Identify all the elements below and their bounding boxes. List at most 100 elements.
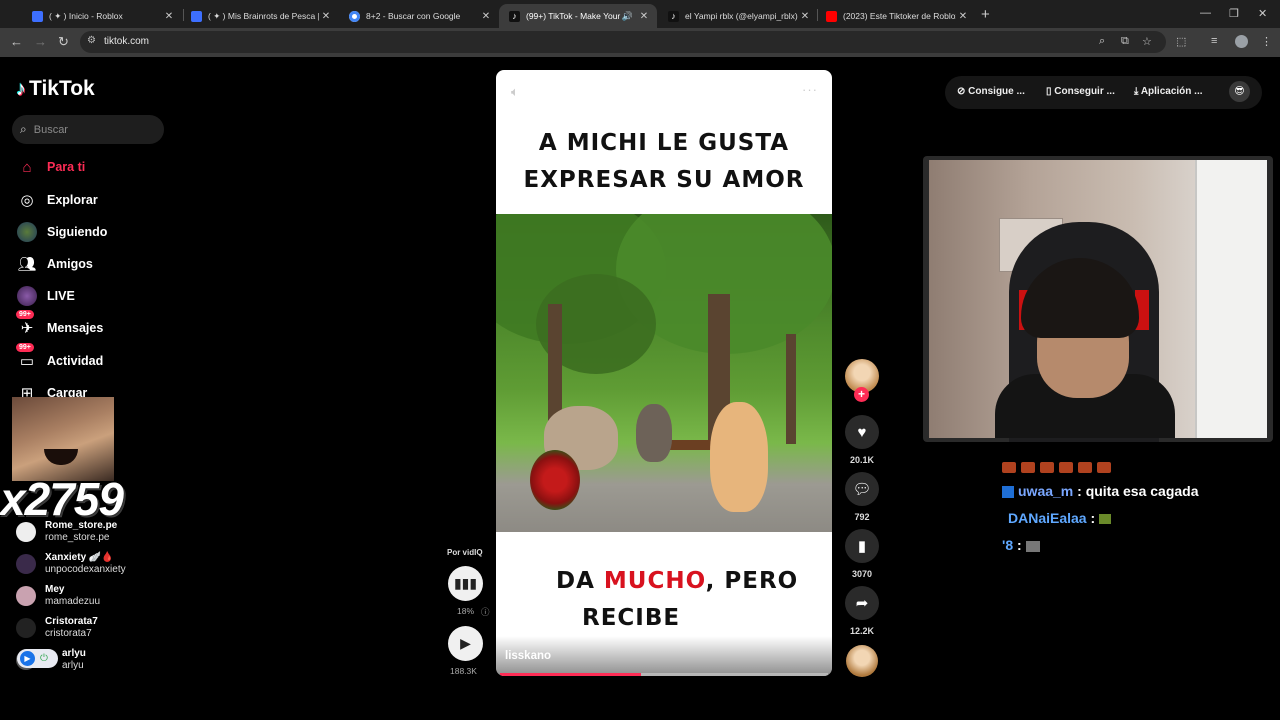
youtube-icon — [826, 10, 837, 22]
avatar — [16, 522, 36, 542]
install-app-icon[interactable]: ⧉ — [1121, 35, 1129, 48]
address-bar[interactable]: ⚙ tiktok.com — [80, 31, 1166, 53]
browser-tab-active[interactable]: ♪ (99+) TikTok - Make Your Da 🔊 ✕ — [499, 4, 657, 28]
chat-message: uwaa_m : quita esa cagada — [1002, 483, 1199, 499]
chat-user: DANaiEalaa — [1008, 510, 1087, 526]
maximize-icon[interactable]: ❐ — [1229, 7, 1239, 20]
streamer-webcam — [923, 156, 1273, 442]
live-icon — [16, 285, 38, 307]
account-handle: cristorata7 — [45, 628, 92, 639]
media-control-icon[interactable]: ≡ — [1211, 35, 1217, 47]
nav-amigos[interactable]: 👥︎ Amigos — [16, 252, 92, 276]
audio-playing-icon[interactable]: 🔊 — [622, 11, 633, 22]
nav-explorar[interactable]: ◎ Explorar — [16, 188, 97, 212]
chat-user: uwaa_m — [1018, 483, 1074, 499]
follow-plus-icon[interactable]: + — [854, 387, 869, 402]
browser-tab[interactable]: ( ✦ ) Mis Brainrots de Pesca | El ✕ — [181, 4, 339, 28]
forward-icon[interactable]: → — [34, 34, 47, 49]
menu-dots-icon[interactable]: ⋮ — [1261, 35, 1272, 48]
close-tab-icon[interactable]: ✕ — [798, 11, 812, 22]
close-tab-icon[interactable]: ✕ — [956, 11, 970, 22]
bookmark-star-icon[interactable]: ☆ — [1142, 35, 1152, 48]
bookmark-icon[interactable]: ▮ — [845, 529, 879, 563]
vidiq-stats-button[interactable]: ▮▮▮ — [448, 566, 483, 601]
messages-icon: ✈︎ 99+ — [16, 310, 38, 339]
search-input[interactable]: ⌕ Buscar — [12, 115, 164, 144]
video-caption-bottom: DA MUCHO, PERO RECIBE — [496, 563, 832, 637]
account-name: Mey — [45, 584, 65, 595]
get-app-button[interactable]: ▯ Conseguir ... — [1046, 86, 1115, 97]
minimize-icon[interactable]: — — [1200, 7, 1211, 19]
browser-tab[interactable]: ♪ el Yampi rblx (@elyampi_rblx) | ✕ — [658, 4, 818, 28]
vidiq-percent: 18% — [457, 606, 475, 616]
compass-icon: ◎ — [20, 192, 34, 209]
window-close-icon[interactable]: ✕ — [1258, 7, 1267, 20]
nav-para-ti[interactable]: ⌂ Para ti — [16, 155, 85, 179]
close-tab-icon[interactable]: ✕ — [479, 11, 493, 22]
video-progress-bar[interactable] — [500, 673, 828, 676]
home-icon: ⌂ — [22, 158, 32, 176]
nav-label: Para ti — [47, 160, 86, 174]
comment-icon[interactable]: 💬︎ — [845, 472, 879, 506]
chat-emote-icon — [1099, 514, 1112, 525]
close-tab-icon[interactable]: ✕ — [319, 11, 333, 22]
zoom-icon[interactable]: ⌕ — [1099, 35, 1105, 48]
close-tab-icon[interactable]: ✕ — [162, 11, 176, 22]
account-name: Cristorata7 — [45, 616, 98, 627]
video-author[interactable]: lisskano — [505, 650, 551, 662]
nav-live[interactable]: LIVE — [16, 284, 75, 308]
account-handle: mamadezuu — [45, 596, 101, 607]
browser-toolbar: ← → ↻ ⚙ tiktok.com ⌕ ⧉ ☆ ⬚ ≡ ⋮ — [0, 28, 1280, 57]
chat-emote-row — [1002, 458, 1116, 474]
close-tab-icon[interactable]: ✕ — [637, 11, 651, 22]
following-account[interactable]: Xanxiety 🪽🩸 unpocodexanxiety — [16, 552, 126, 576]
share-icon[interactable]: ➦ — [845, 586, 879, 620]
search-placeholder: Buscar — [33, 123, 68, 136]
download-app-button[interactable]: ⤓ Aplicación ... — [1134, 86, 1203, 97]
tab-title: (99+) TikTok - Make Your Da — [526, 11, 622, 21]
following-account[interactable]: Cristorata7 cristorata7 — [16, 616, 98, 640]
nav-actividad[interactable]: ▭ 99+ Actividad — [16, 343, 103, 373]
url-text[interactable]: tiktok.com — [104, 36, 149, 47]
activity-icon: ▭ 99+ — [16, 343, 38, 372]
following-account[interactable]: Mey mamadezuu — [16, 584, 100, 608]
heart-icon[interactable]: ♥ — [845, 415, 879, 449]
nav-label: Mensajes — [47, 321, 104, 335]
orange-cat — [710, 402, 768, 512]
vidiq-play-button[interactable]: ▶ — [448, 626, 483, 661]
get-coins-button[interactable]: ⊘ Consigue ... — [957, 86, 1025, 97]
caption-line: A MICHI LE GUSTA — [538, 130, 790, 156]
browser-tab[interactable]: ( ✦ ) Inicio - Roblox ✕ — [22, 4, 182, 28]
comment-action[interactable]: 💬︎ 792 — [845, 472, 879, 522]
nav-siguiendo[interactable]: Siguiendo — [16, 220, 107, 244]
new-tab-icon[interactable]: + — [981, 6, 990, 23]
tiktok-icon: ♪ — [668, 10, 679, 22]
extensions-icon[interactable]: ⬚ — [1176, 35, 1186, 48]
site-info-icon[interactable]: ⚙ — [87, 35, 96, 46]
reload-icon[interactable]: ↻ — [58, 34, 69, 50]
back-icon[interactable]: ← — [10, 34, 23, 49]
following-avatar-icon — [16, 221, 38, 243]
following-account[interactable]: Rome_store.pe rome_store.pe — [16, 520, 117, 544]
info-icon[interactable]: ⓘ — [481, 606, 490, 618]
vidiq-label: Por vidIQ — [447, 548, 483, 557]
button-label: Consigue ... — [968, 86, 1025, 97]
nav-mensajes[interactable]: ✈︎ 99+ Mensajes — [16, 310, 104, 340]
save-action[interactable]: ▮ 3070 — [845, 529, 879, 579]
tiktok-note-icon: ♪ — [16, 77, 26, 100]
share-action[interactable]: ➦ 12.2K — [845, 586, 879, 636]
browser-tab[interactable]: 8+2 - Buscar con Google ✕ — [339, 4, 499, 28]
vidiq-views: 188.3K — [450, 666, 477, 676]
profile-avatar[interactable] — [1235, 35, 1248, 48]
sound-disc[interactable] — [846, 645, 878, 677]
chat-emote-icon — [1025, 540, 1040, 552]
floating-widget[interactable]: ▶ ⏻ — [17, 649, 58, 668]
tiktok-logo[interactable]: ♪ TikTok — [16, 77, 95, 101]
roblox-icon — [32, 10, 43, 22]
more-options-icon[interactable]: ··· — [802, 82, 818, 97]
user-avatar[interactable]: 😎︎ — [1229, 81, 1250, 102]
video-player[interactable]: A MICHI LE GUSTA EXPRESAR SU AMOR DA MUC… — [496, 70, 832, 676]
volume-icon[interactable]: 🔈︎ — [511, 84, 519, 100]
like-action[interactable]: ♥ 20.1K — [845, 415, 879, 465]
browser-tab[interactable]: (2023) Este Tiktoker de Roblox ✕ — [816, 4, 976, 28]
